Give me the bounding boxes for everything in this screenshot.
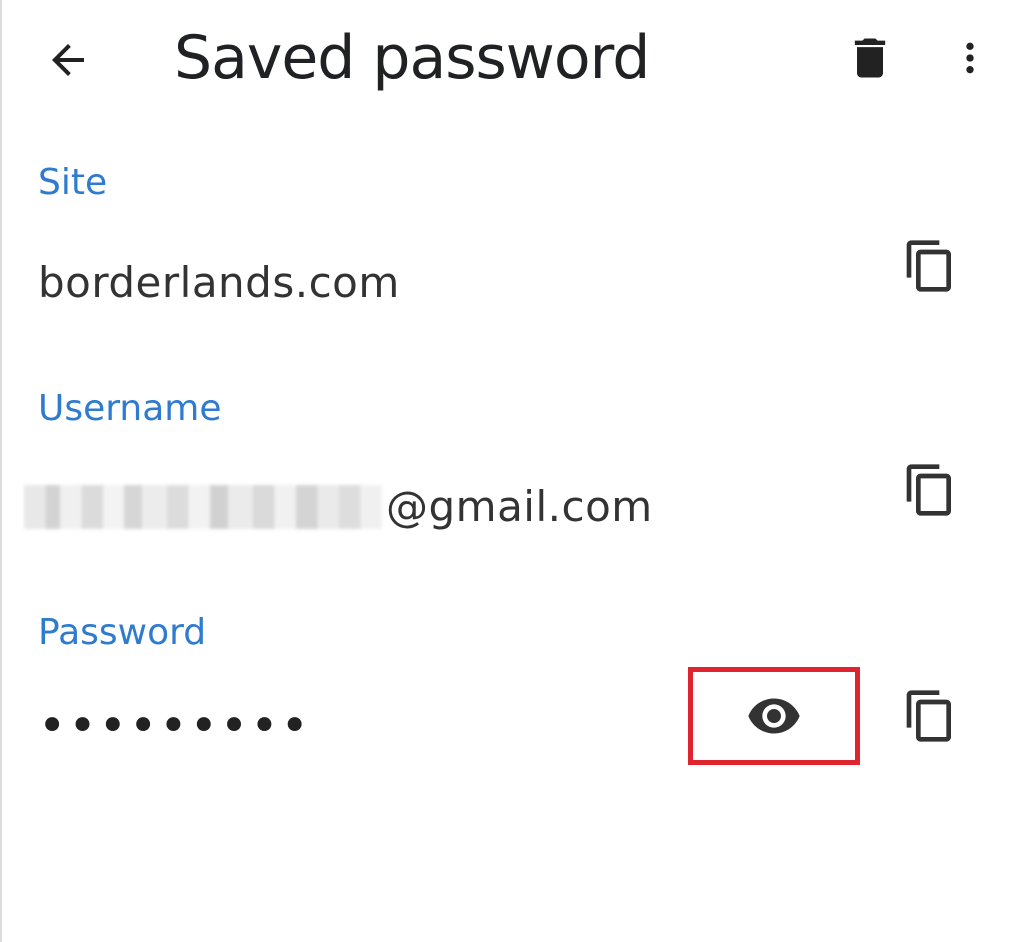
password-label: Password	[38, 612, 207, 653]
copy-icon	[906, 464, 951, 516]
copy-icon	[906, 240, 951, 292]
site-label: Site	[38, 162, 108, 203]
trash-icon	[854, 38, 886, 78]
page-title: Saved password	[174, 23, 650, 93]
eye-icon	[748, 698, 800, 734]
password-masked-value: •••••••••	[38, 698, 311, 754]
username-domain: @gmail.com	[386, 482, 653, 531]
copy-icon	[906, 690, 951, 742]
more-vert-icon	[966, 42, 974, 74]
copy-site-button[interactable]	[896, 232, 964, 300]
delete-button[interactable]	[836, 22, 904, 94]
copy-password-button[interactable]	[896, 682, 964, 750]
left-edge-divider	[0, 0, 2, 942]
copy-username-button[interactable]	[896, 456, 964, 524]
username-label: Username	[38, 388, 222, 429]
site-value: borderlands.com	[38, 258, 400, 307]
top-app-bar: Saved password	[0, 0, 1024, 120]
redacted-username	[24, 484, 382, 529]
more-options-button[interactable]	[940, 22, 1000, 94]
arrow-back-icon	[52, 44, 84, 76]
back-button[interactable]	[30, 22, 106, 98]
show-password-button[interactable]	[688, 667, 860, 765]
username-value: @gmail.com	[24, 482, 653, 531]
